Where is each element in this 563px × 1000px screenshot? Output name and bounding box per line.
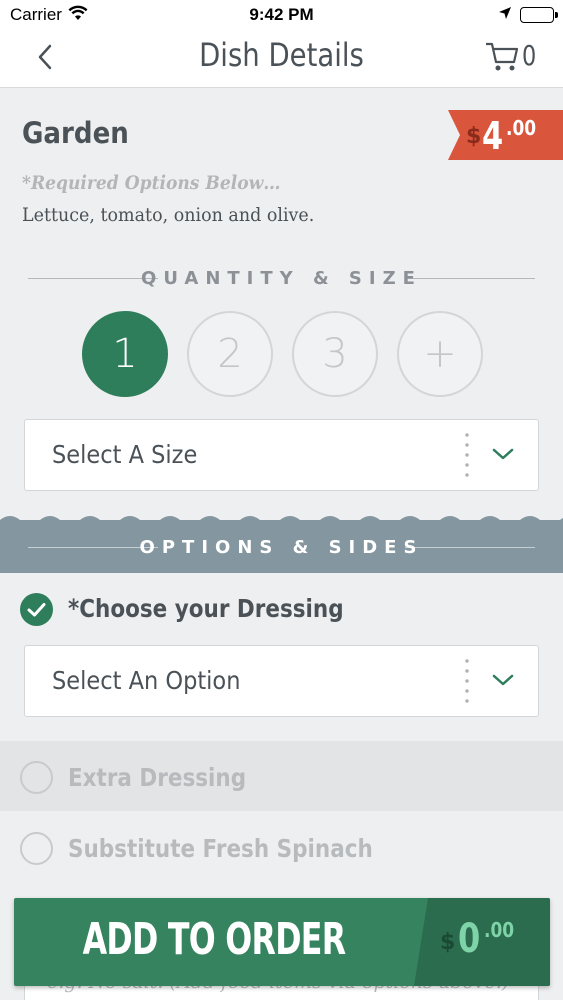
clock: 9:42 PM: [249, 5, 314, 24]
dish-name: Garden: [22, 116, 129, 150]
location-arrow-icon: [498, 6, 512, 25]
total-currency: $: [440, 930, 456, 955]
option-label: Substitute Fresh Spinach: [68, 834, 373, 863]
required-options-note: *Required Options Below…: [22, 172, 281, 194]
dressing-select-value: Select An Option: [52, 666, 241, 695]
radio-substitute-spinach[interactable]: [20, 832, 53, 865]
quantity-option-1[interactable]: 1: [82, 311, 168, 397]
price-whole: 4: [482, 114, 504, 158]
option-row-extra-dressing[interactable]: Extra Dressing: [0, 741, 563, 811]
divider-dots: [465, 430, 469, 482]
required-check-icon: [20, 593, 53, 626]
quantity-option-3[interactable]: 3: [292, 311, 378, 397]
add-to-order-label: ADD TO ORDER: [82, 914, 346, 965]
chevron-down-icon: [491, 446, 515, 462]
cart-icon[interactable]: [484, 38, 520, 74]
options-sides-band: OPTIONS & SIDES: [0, 520, 563, 573]
chevron-down-icon: [491, 672, 515, 688]
navigation-bar: Dish Details 0: [0, 30, 563, 88]
divider-dots: [465, 656, 469, 708]
radio-extra-dressing[interactable]: [20, 761, 53, 794]
option-label: Extra Dressing: [68, 763, 247, 792]
options-sides-label: OPTIONS & SIDES: [139, 537, 424, 558]
quantity-option-2[interactable]: 2: [187, 311, 273, 397]
option-row-substitute-spinach[interactable]: Substitute Fresh Spinach: [0, 812, 563, 882]
battery-icon: [520, 7, 558, 23]
quantity-size-label: QUANTITY & SIZE: [141, 268, 422, 289]
total-whole: 0: [458, 916, 481, 962]
size-select[interactable]: Select A Size: [24, 419, 539, 491]
total-cents: .00: [484, 918, 515, 942]
price-cents: .00: [506, 116, 537, 140]
dressing-select[interactable]: Select An Option: [24, 645, 539, 717]
size-select-value: Select A Size: [52, 440, 198, 469]
dish-description: Lettuce, tomato, onion and olive.: [22, 204, 315, 226]
price-tag: $ 4 .00: [448, 110, 563, 160]
quantity-size-heading: QUANTITY & SIZE: [0, 264, 563, 294]
status-bar: Carrier 9:42 PM: [0, 0, 563, 30]
cart-count[interactable]: 0: [522, 39, 536, 72]
page-title: Dish Details: [199, 36, 364, 74]
order-total: $ 0 .00: [414, 898, 550, 986]
dressing-option-title: *Choose your Dressing: [68, 594, 344, 623]
price-currency: $: [466, 124, 482, 149]
add-to-order-button[interactable]: ADD TO ORDER $ 0 .00: [14, 898, 550, 986]
quantity-option-more[interactable]: +: [397, 311, 483, 397]
